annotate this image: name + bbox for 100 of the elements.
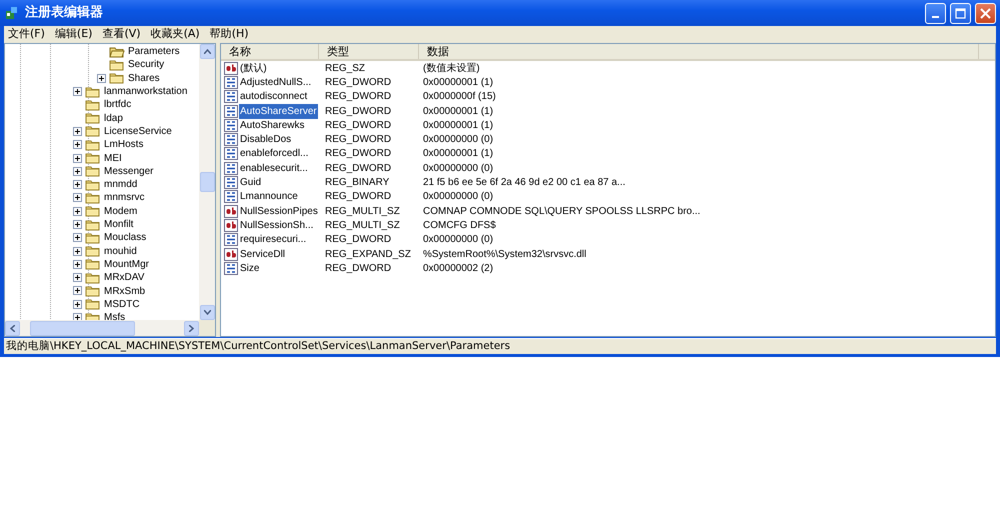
value-name[interactable]: autodisconnect [239, 89, 308, 104]
expand-icon[interactable] [73, 246, 82, 256]
value-data: (数值未设置) [422, 62, 480, 76]
expand-icon[interactable] [73, 193, 82, 202]
value-data: 0x00000001 (1) [422, 147, 494, 162]
value-type: REG_DWORD [324, 104, 392, 119]
tree-item[interactable]: Parameters [128, 44, 180, 60]
value-type: REG_DWORD [324, 133, 392, 148]
value-data: %SystemRoot%\System32\srvsvc.dll [422, 248, 586, 262]
tree-item[interactable]: mouhid [104, 244, 137, 259]
value-name[interactable]: requiresecuri... [239, 232, 308, 248]
value-type: REG_DWORD [324, 76, 392, 90]
maximize-icon [955, 8, 966, 18]
value-name[interactable]: AutoSharewks [239, 118, 306, 133]
value-name[interactable]: enablesecurit... [239, 160, 309, 176]
close-icon [980, 8, 991, 18]
value-type: REG_DWORD [324, 233, 392, 248]
value-type: REG_DWORD [324, 147, 392, 162]
scroll-thumb[interactable] [200, 172, 214, 192]
tree-item[interactable]: Security [128, 57, 164, 72]
menu-item[interactable]: 文件(F) [8, 27, 45, 40]
expand-icon[interactable] [73, 206, 82, 216]
value-name[interactable]: AutoShareServer [239, 104, 318, 119]
tree-item[interactable]: lbrtfdc [104, 97, 132, 112]
value-name[interactable]: Lmannounce [239, 189, 299, 204]
value-type: REG_DWORD [324, 190, 392, 204]
column-header[interactable]: 类型 [319, 44, 419, 59]
value-data: 0x00000000 (0) [422, 190, 494, 204]
value-type: REG_DWORD [324, 262, 392, 276]
expand-icon[interactable] [73, 286, 82, 296]
tree-item[interactable]: MRxDAV [104, 270, 144, 286]
value-type: REG_SZ [324, 62, 366, 76]
value-type: REG_EXPAND_SZ [324, 248, 412, 262]
value-name[interactable]: AdjustedNullS... [239, 74, 312, 90]
menu-item[interactable]: 收藏夹(A) [150, 27, 200, 40]
expand-icon[interactable] [73, 273, 82, 282]
value-name[interactable]: NullSessionSh... [239, 218, 314, 233]
minimize-button[interactable] [925, 2, 946, 24]
expand-icon[interactable] [73, 154, 82, 163]
tree-item[interactable]: MRxSmb [104, 284, 146, 298]
menu-item[interactable]: 查看(V) [102, 27, 141, 40]
tree-item[interactable]: MEI [104, 150, 122, 166]
expand-icon[interactable] [73, 140, 82, 150]
value-type: REG_MULTI_SZ [324, 218, 401, 233]
column-header[interactable]: 名称 [221, 44, 319, 59]
scroll-thumb[interactable] [30, 320, 135, 336]
maximize-button[interactable] [950, 2, 971, 24]
tree-item[interactable]: Shares [128, 70, 160, 86]
tree-item[interactable]: mnmsrvc [104, 190, 145, 206]
value-data: 0x00000000 (0) [422, 233, 494, 248]
column-header[interactable]: 数据 [419, 44, 979, 59]
expand-icon[interactable] [73, 260, 82, 269]
value-data: 0x00000001 (1) [422, 118, 494, 133]
expand-icon[interactable] [73, 313, 82, 320]
value-name[interactable]: enableforcedl... [239, 146, 310, 162]
tree-item[interactable]: mnmdd [104, 177, 138, 192]
close-button[interactable] [975, 2, 996, 24]
expand-icon[interactable] [73, 87, 82, 96]
value-data: 0x00000000 (0) [422, 162, 494, 176]
value-data: 0x00000002 (2) [422, 262, 494, 276]
tree-item[interactable]: MSDTC [104, 296, 140, 312]
tree-item[interactable]: Monfilt [104, 217, 134, 232]
expand-icon[interactable] [73, 166, 82, 176]
value-data: 21 f5 b6 ee 5e 6f 2a 46 9d e2 00 c1 ea 87 a... [422, 176, 626, 190]
menu-item[interactable]: 帮助(H) [210, 27, 249, 40]
value-name[interactable]: Size [239, 260, 260, 276]
expand-icon[interactable] [97, 74, 106, 83]
value-type: REG_DWORD [324, 118, 392, 133]
value-data: COMCFG DFS$ [422, 218, 496, 233]
expand-icon[interactable] [73, 300, 82, 309]
expand-icon[interactable] [73, 126, 82, 136]
value-name[interactable]: DisableDos [239, 132, 292, 148]
value-name[interactable]: (默认) [239, 60, 268, 76]
vertical-scrollbar[interactable] [199, 44, 215, 320]
tree-item[interactable]: Messenger [104, 164, 154, 179]
value-data: 0x00000001 (1) [422, 104, 494, 119]
value-name[interactable]: Guid [239, 175, 262, 190]
horizontal-scrollbar[interactable] [5, 320, 199, 336]
expand-icon[interactable] [73, 233, 82, 242]
value-type: REG_MULTI_SZ [324, 204, 401, 219]
tree-item[interactable]: Modem [104, 204, 138, 219]
status-bar: 我的电脑\HKEY_LOCAL_MACHINE\SYSTEM\CurrentControlSet\Services\LanmanServer\Parameters [4, 338, 996, 354]
value-name[interactable]: ServiceDll [239, 246, 286, 262]
value-data: 0x00000001 (1) [422, 76, 494, 90]
tree-item[interactable]: lanmanworkstation [104, 84, 188, 100]
value-type: REG_BINARY [324, 176, 390, 190]
tree-item[interactable]: LicenseService [104, 124, 172, 139]
value-type: REG_DWORD [324, 90, 392, 104]
tree-item[interactable]: Mouclass [104, 230, 146, 246]
expand-icon[interactable] [73, 220, 82, 229]
value-data: COMNAP COMNODE SQL\QUERY SPOOLSS LLSRPC bro... [422, 204, 700, 219]
minimize-icon [932, 16, 939, 18]
value-name[interactable]: NullSessionPipes [239, 204, 319, 219]
tree-item[interactable]: Msfs [104, 310, 126, 320]
app-icon [4, 5, 20, 21]
menu-item[interactable]: 编辑(E) [54, 27, 92, 40]
tree-item[interactable]: ldap [104, 110, 123, 126]
tree-item[interactable]: MountMgr [104, 256, 150, 272]
tree-item[interactable]: LmHosts [104, 137, 144, 152]
expand-icon[interactable] [73, 180, 82, 190]
